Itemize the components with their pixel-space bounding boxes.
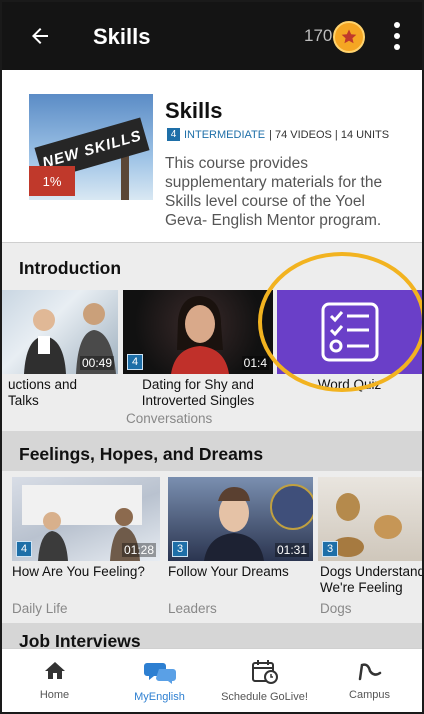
video-title: uctions and Talks: [8, 377, 78, 408]
video-card[interactable]: 4 01:28 How Are You Feeling? Daily Life: [12, 477, 160, 617]
video-card[interactable]: 4 01:4 Dating for Shy and Introverted Si…: [123, 290, 273, 426]
level-badge: 4: [127, 354, 143, 370]
video-category: Daily Life: [12, 601, 68, 616]
course-meta: 4 INTERMEDIATE | 74 VIDEOS | 14 UNITS: [167, 128, 389, 141]
video-duration: 01:31: [274, 543, 309, 557]
video-category: Conversations: [126, 411, 213, 426]
level-badge: 4: [16, 541, 32, 557]
intro-row: 00:49 uctions and Talks 4 01:4 Dating fo…: [2, 290, 422, 426]
page-title: Skills: [93, 24, 151, 49]
star-coin-icon[interactable]: [333, 21, 365, 53]
video-category: Leaders: [168, 601, 217, 616]
video-card[interactable]: 3 01:31 Follow Your Dreams Leaders: [168, 477, 313, 617]
section-title-job-interviews: Job Interviews: [19, 631, 141, 648]
more-menu-button[interactable]: [387, 20, 407, 52]
video-card[interactable]: 00:49 uctions and Talks: [2, 290, 118, 425]
calendar-clock-icon: [251, 660, 278, 684]
home-icon: [44, 662, 65, 679]
nav-item-schedule-golive[interactable]: Schedule GoLive!: [212, 649, 317, 712]
course-thumbnail: NEW SKILLS 1%: [29, 94, 153, 200]
video-card[interactable]: 3 Dogs Understand We're Feeling Dogs: [318, 477, 422, 617]
nav-item-campus[interactable]: Campus: [317, 649, 422, 712]
video-duration: 01:28: [121, 543, 156, 557]
video-category: Dogs: [320, 601, 352, 616]
quiz-title: Word Quiz: [317, 377, 382, 392]
level-label: INTERMEDIATE: [184, 128, 266, 141]
level-number-badge: 4: [167, 128, 180, 141]
course-header: NEW SKILLS 1% Skills 4 INTERMEDIATE | 74…: [2, 70, 422, 243]
bottom-navigation: Home MyEnglish Schedule GoLive! Campus: [2, 648, 422, 712]
video-thumbnail: 4 01:4: [123, 290, 273, 374]
video-title: Dogs Understand We're Feeling: [320, 564, 422, 595]
points-count: 170: [304, 26, 333, 45]
dot-icon: [394, 33, 400, 39]
section-title-feelings: Feelings, Hopes, and Dreams: [19, 444, 264, 464]
nav-label: Home: [39, 689, 70, 701]
top-app-bar: Skills 170: [2, 2, 422, 70]
video-thumbnail: 3: [318, 477, 422, 561]
sign-post: [121, 154, 129, 200]
nav-item-myenglish[interactable]: MyEnglish: [107, 649, 212, 712]
nav-label: MyEnglish: [134, 691, 185, 703]
dot-icon: [394, 44, 400, 50]
nav-item-home[interactable]: Home: [2, 649, 107, 712]
video-thumbnail: 00:49: [2, 290, 118, 374]
quiz-thumbnail: [277, 290, 422, 374]
word-quiz-card[interactable]: Word Quiz: [277, 290, 422, 425]
dot-icon: [394, 22, 400, 28]
campus-icon: [358, 663, 381, 681]
feelings-row: 4 01:28 How Are You Feeling? Daily Life …: [2, 477, 422, 617]
checklist-icon: [321, 302, 378, 362]
video-duration: 00:49: [79, 356, 114, 370]
level-badge: 3: [172, 541, 188, 557]
video-thumbnail: 3 01:31: [168, 477, 313, 561]
video-title: Dating for Shy and Introverted Singles: [141, 377, 255, 408]
chat-bubbles-icon: [143, 663, 176, 684]
course-title: Skills: [165, 98, 223, 123]
nav-label: Campus: [349, 689, 390, 701]
video-title: How Are You Feeling?: [12, 564, 145, 579]
level-badge: 3: [322, 541, 338, 557]
video-duration: 01:4: [241, 356, 269, 370]
nav-label: Schedule GoLive!: [221, 691, 308, 703]
section-title-introduction: Introduction: [19, 258, 122, 278]
video-thumbnail: 4 01:28: [12, 477, 160, 561]
video-title: Follow Your Dreams: [168, 564, 289, 579]
back-button[interactable]: [24, 20, 56, 52]
back-arrow-icon: [32, 28, 48, 44]
course-stats: | 74 VIDEOS | 14 UNITS: [269, 128, 390, 141]
progress-badge: 1%: [29, 166, 75, 196]
app-window: Skills 170 NEW SKILLS 1% Skills 4 INTERM…: [0, 0, 424, 714]
course-units-list[interactable]: Introduction 00:49 uctions and Talks 4 0…: [2, 243, 422, 648]
course-description: This course provides supplementary mater…: [165, 155, 383, 229]
